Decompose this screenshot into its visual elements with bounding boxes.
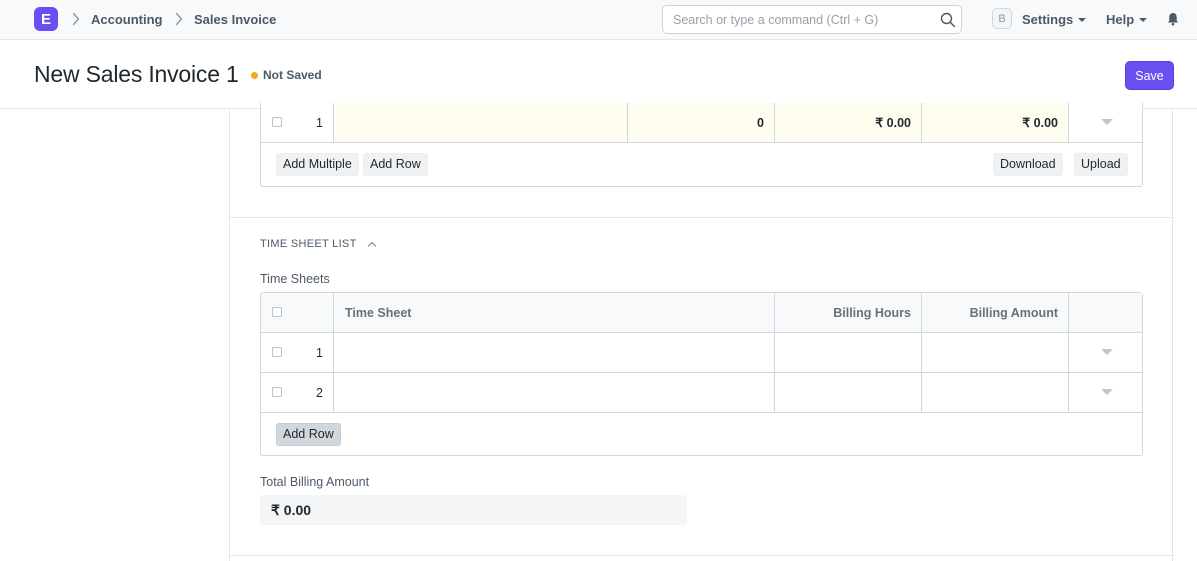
chevron-up-icon (367, 239, 377, 249)
app-logo[interactable]: E (34, 7, 58, 31)
section-head-time-sheet-list[interactable]: TIME SHEET LIST (260, 238, 377, 250)
billing-hours-cell[interactable] (775, 373, 922, 412)
time-sheets-grid: Time Sheet Billing Hours Billing Amount … (260, 292, 1143, 456)
billing-hours-cell[interactable] (775, 333, 922, 372)
item-code-cell[interactable] (334, 103, 628, 142)
navbar: E Accounting Sales Invoice B Settings He… (0, 0, 1197, 40)
table-row[interactable]: 2 (261, 373, 1142, 413)
row-index: 1 (316, 345, 323, 360)
page-head: New Sales Invoice 1 Not Saved Save (0, 41, 1197, 109)
chevron-right-icon (175, 12, 183, 26)
chevron-right-icon (72, 12, 80, 26)
caret-down-icon (1078, 17, 1087, 22)
page-title: New Sales Invoice 1 (34, 61, 239, 87)
grid-header-row: Time Sheet Billing Hours Billing Amount (261, 293, 1142, 333)
upload-button[interactable]: Upload (1074, 153, 1128, 176)
add-multiple-button[interactable]: Add Multiple (276, 153, 359, 176)
row-checkbox[interactable] (272, 347, 282, 357)
caret-down-icon (1139, 17, 1148, 22)
row-edit-toggle[interactable] (1069, 333, 1142, 372)
time-sheet-cell[interactable] (334, 373, 775, 412)
add-row-button[interactable]: Add Row (276, 423, 341, 446)
chevron-down-icon (1100, 389, 1113, 395)
help-dropdown[interactable]: Help (1106, 12, 1148, 27)
search-input[interactable] (673, 6, 933, 33)
column-header-billing-hours: Billing Hours (775, 293, 922, 332)
breadcrumb-sales-invoice[interactable]: Sales Invoice (194, 12, 276, 27)
column-header-billing-amount: Billing Amount (922, 293, 1069, 332)
chevron-down-icon (1100, 349, 1113, 355)
bell-icon[interactable] (1167, 12, 1179, 26)
settings-label: Settings (1022, 12, 1074, 27)
save-button[interactable]: Save (1125, 61, 1174, 90)
grid-footer: Add Row (261, 413, 1142, 456)
time-sheet-cell[interactable] (334, 333, 775, 372)
section-divider (229, 217, 1173, 218)
qty-cell[interactable]: 0 (628, 103, 775, 142)
table-row[interactable]: 1 (261, 333, 1142, 373)
search-icon[interactable] (940, 12, 956, 28)
add-row-button[interactable]: Add Row (363, 153, 428, 176)
help-label: Help (1106, 12, 1135, 27)
chevron-down-icon (1100, 119, 1113, 125)
download-button[interactable]: Download (993, 153, 1063, 176)
time-sheets-label: Time Sheets (260, 272, 330, 286)
row-checkbox[interactable] (272, 387, 282, 397)
section-divider (229, 555, 1173, 556)
table-row[interactable]: 1 0 ₹ 0.00 ₹ 0.00 (261, 103, 1142, 143)
awesomebar (662, 5, 962, 34)
grid-footer: Add Multiple Add Row Download Upload (261, 143, 1142, 186)
breadcrumb-accounting[interactable]: Accounting (91, 12, 163, 27)
row-index: 1 (316, 115, 323, 130)
section-title: TIME SHEET LIST (260, 238, 357, 250)
row-edit-toggle[interactable] (1069, 103, 1142, 142)
billing-amount-cell[interactable] (922, 373, 1069, 412)
billing-amount-cell[interactable] (922, 333, 1069, 372)
row-index: 2 (316, 385, 323, 400)
total-billing-amount-value: ₹ 0.00 (260, 495, 687, 525)
column-header-time-sheet: Time Sheet (334, 293, 775, 332)
status-dot-icon (251, 71, 258, 79)
row-checkbox[interactable] (272, 117, 282, 127)
select-all-checkbox[interactable] (272, 307, 282, 317)
status-badge: Not Saved (251, 68, 322, 82)
settings-dropdown[interactable]: Settings (1022, 12, 1087, 27)
total-billing-amount-label: Total Billing Amount (260, 475, 370, 489)
amount-cell[interactable]: ₹ 0.00 (922, 103, 1069, 142)
status-text: Not Saved (263, 68, 322, 82)
row-edit-toggle[interactable] (1069, 373, 1142, 412)
avatar[interactable]: B (992, 8, 1012, 29)
rate-cell[interactable]: ₹ 0.00 (775, 103, 922, 142)
items-grid: 1 0 ₹ 0.00 ₹ 0.00 Add Multiple Add Row D… (260, 103, 1143, 187)
